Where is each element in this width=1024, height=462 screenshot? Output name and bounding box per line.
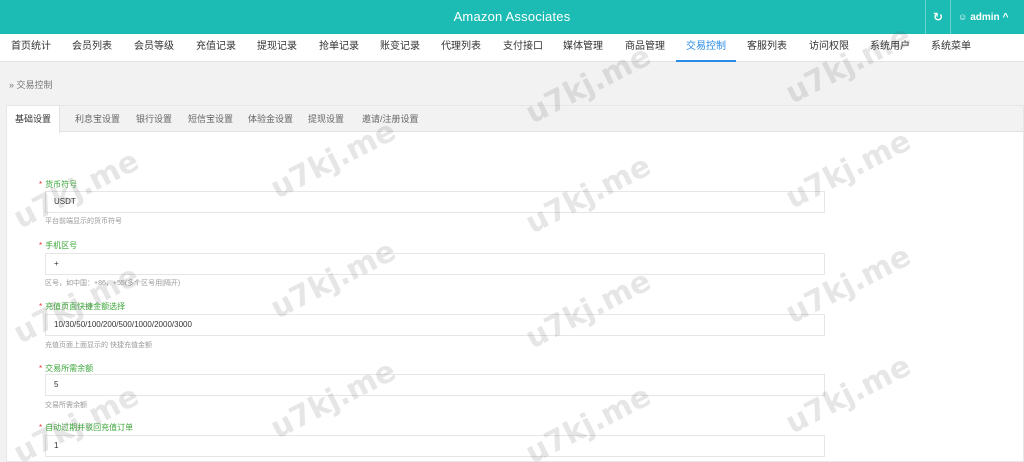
field-label: * 交易所需余额 [39, 364, 94, 373]
field-label: * 充值页面快捷金额选择 [39, 302, 126, 311]
quick-amounts-input[interactable]: 10/30/50/100/200/500/1000/2000/3000 [45, 314, 825, 336]
required-mark: * [39, 180, 43, 189]
tab-sms[interactable]: 短信宝设置 [188, 106, 233, 132]
field-help: 充值页面上面显示的 快捷充值金额 [45, 342, 152, 349]
nav-item[interactable]: 抢单记录 [319, 34, 359, 62]
nav-item[interactable]: 系统菜单 [931, 34, 971, 62]
user-menu[interactable]: ☺ admin ^ [958, 0, 1009, 34]
nav-item[interactable]: 提现记录 [257, 34, 297, 62]
tab-bank[interactable]: 银行设置 [136, 106, 172, 132]
nav-item[interactable]: 代理列表 [441, 34, 481, 62]
field-label: * 手机区号 [39, 241, 78, 250]
tab-basic[interactable]: 基础设置 [7, 106, 61, 133]
nav-item[interactable]: 客服列表 [747, 34, 787, 62]
currency-symbol-input[interactable]: USDT [45, 191, 825, 213]
tab-trial[interactable]: 体验金设置 [248, 106, 293, 132]
nav-item[interactable]: 系统用户 [870, 34, 910, 62]
required-mark: * [39, 364, 43, 373]
tab-interest[interactable]: 利息宝设置 [75, 106, 120, 132]
nav-item[interactable]: 访问权限 [809, 34, 849, 62]
field-help: 区号，如中国：+86，+55(多个区号用|隔开) [45, 280, 181, 287]
nav-item[interactable]: 会员等级 [134, 34, 174, 62]
nav-item[interactable]: 会员列表 [72, 34, 112, 62]
settings-tabs: 基础设置 利息宝设置 银行设置 短信宝设置 体验金设置 提现设置 邀请/注册设置 [7, 106, 1023, 133]
user-icon: ☺ [958, 12, 968, 22]
nav-item[interactable]: 支付接口 [503, 34, 543, 62]
main-nav: 首页统计 会员列表 会员等级 充值记录 提现记录 抢单记录 账变记录 代理列表 … [0, 34, 1024, 62]
field-label: * 货币符号 [39, 180, 78, 189]
settings-panel: 基础设置 利息宝设置 银行设置 短信宝设置 体验金设置 提现设置 邀请/注册设置… [6, 105, 1024, 462]
auto-expire-input[interactable]: 1 [45, 435, 825, 457]
nav-item[interactable]: 账变记录 [380, 34, 420, 62]
user-name: admin [970, 11, 1000, 23]
required-mark: * [39, 423, 43, 432]
nav-item[interactable]: 首页统计 [11, 34, 51, 62]
top-bar: Amazon Associates ↻ ☺ admin ^ [0, 0, 1024, 34]
nav-item-active[interactable]: 交易控制 [676, 34, 736, 62]
nav-item[interactable]: 商品管理 [625, 34, 665, 62]
tab-withdraw[interactable]: 提现设置 [308, 106, 344, 132]
required-mark: * [39, 241, 43, 250]
required-mark: * [39, 302, 43, 311]
min-balance-input[interactable]: 5 [45, 374, 825, 396]
nav-item[interactable]: 媒体管理 [563, 34, 603, 62]
chevron-up-icon: ^ [1002, 11, 1009, 23]
field-help: 平台前端显示的货币符号 [45, 218, 122, 225]
phone-area-code-input[interactable]: + [45, 253, 825, 275]
refresh-icon[interactable]: ↻ [925, 0, 951, 34]
app-title: Amazon Associates [453, 9, 571, 24]
field-label: * 自动过期并驳回充值订单 [39, 423, 134, 432]
breadcrumb: » 交易控制 [9, 80, 53, 90]
nav-item[interactable]: 充值记录 [196, 34, 236, 62]
field-help: 交易所需余额 [45, 402, 87, 409]
tab-invite[interactable]: 邀请/注册设置 [362, 106, 419, 132]
